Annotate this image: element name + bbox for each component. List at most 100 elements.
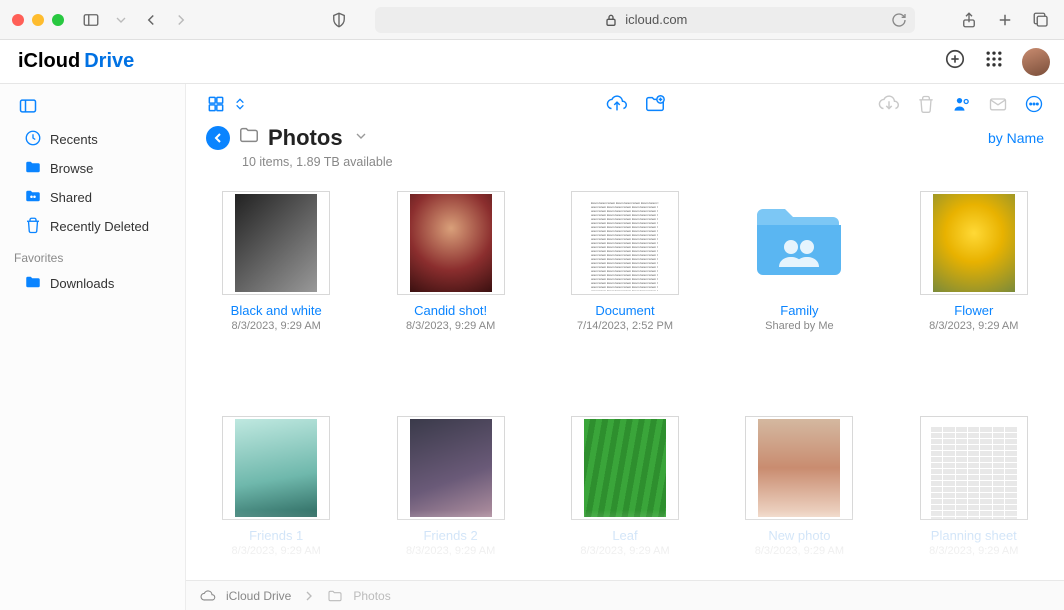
delete-button xyxy=(916,94,936,114)
maximize-window-button[interactable] xyxy=(52,14,64,26)
file-name: Friends 2 xyxy=(423,528,477,543)
folder-icon xyxy=(24,158,42,179)
file-name: New photo xyxy=(768,528,830,543)
view-options-button[interactable] xyxy=(232,96,248,112)
sidebar-item-label: Recently Deleted xyxy=(50,219,149,234)
sidebar-item-label: Recents xyxy=(50,132,98,147)
file-meta: 7/14/2023, 2:52 PM xyxy=(577,320,673,332)
sidebar-item-label: Shared xyxy=(50,190,92,205)
app-title-sub: Drive xyxy=(84,50,134,73)
file-meta: 8/3/2023, 9:29 AM xyxy=(232,320,321,332)
cloud-icon xyxy=(200,588,216,604)
spreadsheet-thumb xyxy=(927,423,1021,513)
back-folder-button[interactable] xyxy=(206,126,230,150)
reload-icon[interactable] xyxy=(891,12,907,28)
photo-thumb xyxy=(584,419,666,517)
app-header: iCloud Drive xyxy=(0,40,1064,84)
tabs-icon[interactable] xyxy=(1030,9,1052,31)
file-thumbnail xyxy=(222,191,330,295)
file-thumbnail xyxy=(920,191,1028,295)
folder-people-icon xyxy=(24,187,42,208)
file-thumbnail: lorem lorem lorem lorem lorem lorem lore… xyxy=(571,191,679,295)
share-icon[interactable] xyxy=(958,9,980,31)
file-meta: 8/3/2023, 9:29 AM xyxy=(929,320,1018,332)
document-thumb: lorem lorem lorem lorem lorem lorem lore… xyxy=(585,195,665,291)
back-button[interactable] xyxy=(140,9,162,31)
photo-thumb xyxy=(410,419,492,517)
file-item[interactable]: FamilyShared by Me xyxy=(715,191,883,386)
account-avatar[interactable] xyxy=(1022,48,1050,76)
file-name: Leaf xyxy=(612,528,637,543)
file-meta: 8/3/2023, 9:29 AM xyxy=(755,545,844,557)
chevron-down-icon[interactable] xyxy=(110,9,132,31)
breadcrumb-current[interactable]: Photos xyxy=(353,589,390,603)
clock-icon xyxy=(24,129,42,150)
view-icons-button[interactable] xyxy=(206,94,226,114)
email-button xyxy=(988,94,1008,114)
shared-folder-icon xyxy=(749,202,849,284)
sidebar-item-label: Browse xyxy=(50,161,93,176)
file-grid: Black and white 8/3/2023, 9:29 AM Candid s… xyxy=(186,181,1064,610)
photo-thumb xyxy=(933,194,1015,292)
browser-chrome: icloud.com xyxy=(0,0,1064,40)
main-panel: Photos by Name 10 items, 1.89 TB availab… xyxy=(186,84,1064,610)
close-window-button[interactable] xyxy=(12,14,24,26)
file-meta: 8/3/2023, 9:29 AM xyxy=(929,545,1018,557)
sidebar-item-recents[interactable]: Recents xyxy=(0,125,185,154)
trash-icon xyxy=(24,216,42,237)
new-folder-button[interactable] xyxy=(644,93,666,115)
file-thumbnail xyxy=(745,416,853,520)
photo-thumb xyxy=(235,419,317,517)
address-bar[interactable]: icloud.com xyxy=(375,7,915,33)
app-logo[interactable]: iCloud Drive xyxy=(14,50,134,73)
sidebar-item-shared[interactable]: Shared xyxy=(0,183,185,212)
window-controls xyxy=(12,14,64,26)
file-meta: 8/3/2023, 9:29 AM xyxy=(580,545,669,557)
shield-icon[interactable] xyxy=(328,9,350,31)
file-item[interactable]: Black and white 8/3/2023, 9:29 AM xyxy=(192,191,360,386)
file-item[interactable]: Candid shot!8/3/2023, 9:29 AM xyxy=(366,191,534,386)
app-title-main: iCloud xyxy=(18,50,80,73)
sidebar-item-recently-deleted[interactable]: Recently Deleted xyxy=(0,212,185,241)
sidebar-toggle-icon[interactable] xyxy=(80,9,102,31)
photo-thumb xyxy=(235,194,317,292)
location-subtitle: 10 items, 1.89 TB available xyxy=(186,155,1064,181)
url-text: icloud.com xyxy=(625,12,687,27)
upload-button[interactable] xyxy=(606,93,628,115)
sidebar: RecentsBrowseSharedRecently Deleted Favo… xyxy=(0,84,186,610)
apps-grid-icon[interactable] xyxy=(984,49,1004,74)
breadcrumb-root[interactable]: iCloud Drive xyxy=(226,589,291,603)
photo-thumb xyxy=(758,419,840,517)
create-button[interactable] xyxy=(944,48,966,75)
sidebar-collapse-icon[interactable] xyxy=(18,104,38,119)
chevron-down-icon[interactable] xyxy=(353,128,369,147)
collaborate-button[interactable] xyxy=(952,94,972,114)
file-name: Flower xyxy=(954,303,993,318)
file-item[interactable]: lorem lorem lorem lorem lorem lorem lore… xyxy=(541,191,709,386)
file-thumbnail xyxy=(397,191,505,295)
lock-icon xyxy=(603,12,619,28)
toolbar xyxy=(186,84,1064,124)
file-thumbnail xyxy=(571,416,679,520)
sidebar-favorite-downloads[interactable]: Downloads xyxy=(0,269,185,298)
breadcrumb: iCloud Drive Photos xyxy=(186,580,1064,610)
file-name: Friends 1 xyxy=(249,528,303,543)
sort-button[interactable]: by Name xyxy=(988,130,1044,146)
more-button[interactable] xyxy=(1024,94,1044,114)
file-meta: 8/3/2023, 9:29 AM xyxy=(406,545,495,557)
new-tab-icon[interactable] xyxy=(994,9,1016,31)
sidebar-item-browse[interactable]: Browse xyxy=(0,154,185,183)
file-meta: Shared by Me xyxy=(765,320,833,332)
folder-icon xyxy=(24,273,42,294)
chevron-right-icon xyxy=(301,588,317,604)
location-title[interactable]: Photos xyxy=(268,125,343,151)
forward-button[interactable] xyxy=(170,9,192,31)
file-item[interactable]: Flower 8/3/2023, 9:29 AM xyxy=(890,191,1058,386)
minimize-window-button[interactable] xyxy=(32,14,44,26)
download-button xyxy=(878,93,900,115)
file-name: Document xyxy=(595,303,654,318)
photo-thumb xyxy=(410,194,492,292)
file-name: Black and white xyxy=(231,303,322,318)
folder-icon xyxy=(327,588,343,604)
file-name: Planning sheet xyxy=(931,528,1017,543)
